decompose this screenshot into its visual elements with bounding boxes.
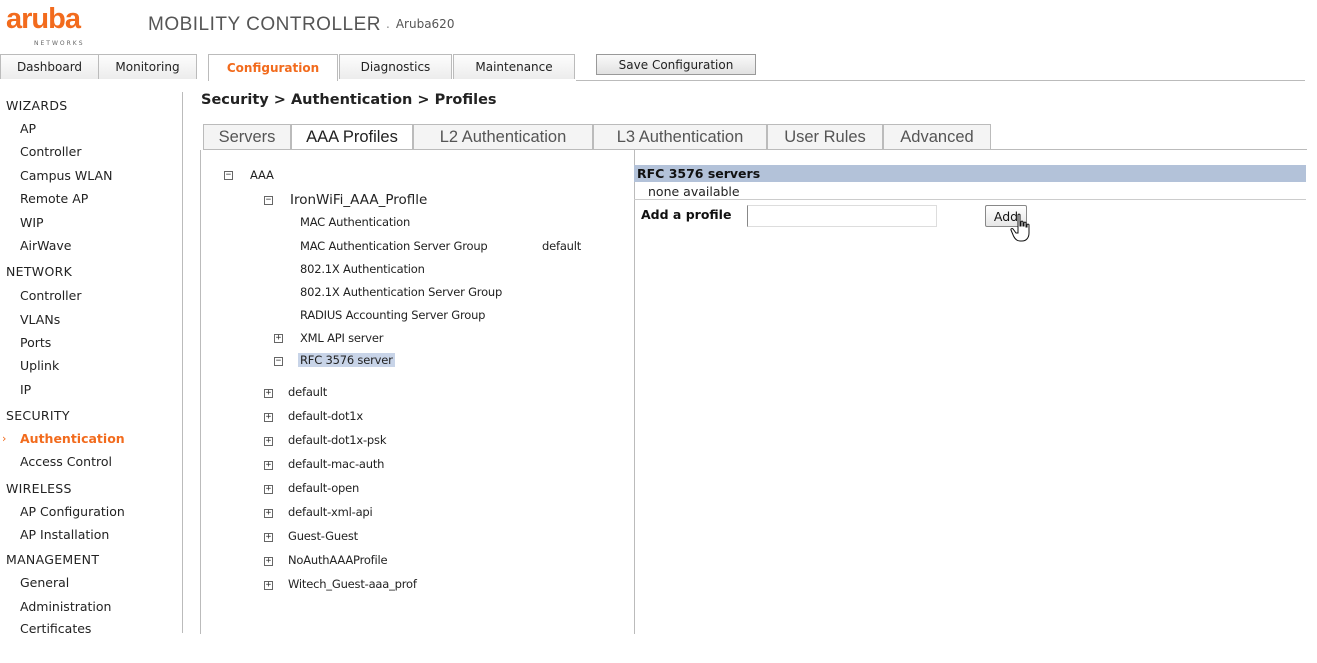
tree-node-mac-auth-server-group[interactable]: MAC Authentication Server Group (300, 239, 488, 253)
device-name-wrap: . Aruba620 (386, 17, 454, 31)
logo-subtext: NETWORKS (34, 40, 85, 47)
sidebar-item-access-control[interactable]: Access Control (20, 454, 112, 469)
sidebar: WIZARDS AP Controller Campus WLAN Remote… (0, 92, 183, 633)
tree-node-rfc-3576-server[interactable]: RFC 3576 server (298, 353, 395, 367)
tree-node-profile[interactable]: default-xml-api (288, 505, 373, 519)
save-configuration-button[interactable]: Save Configuration (596, 54, 756, 75)
tab-user-rules[interactable]: User Rules (767, 124, 883, 149)
tab-diagnostics[interactable]: Diagnostics (339, 54, 452, 79)
detail-divider (634, 199, 1306, 200)
sidebar-item-wizard-ap[interactable]: AP (20, 121, 36, 136)
tree-root-aaa[interactable]: AAA (250, 168, 274, 182)
hand-pointer-cursor-icon (1010, 213, 1030, 242)
tree-node-radius-accounting-server-group[interactable]: RADIUS Accounting Server Group (300, 308, 485, 322)
tree-node-profile[interactable]: Witech_Guest-aaa_prof (288, 577, 417, 591)
expand-toggle-icon[interactable]: + (264, 413, 273, 422)
sidebar-item-campus-wlan[interactable]: Campus WLAN (20, 168, 112, 183)
app-title: MOBILITY CONTROLLER (148, 14, 381, 35)
sidebar-section-security: SECURITY (6, 408, 70, 423)
tree-node-profile[interactable]: default-open (288, 481, 359, 495)
expand-toggle-icon[interactable]: + (274, 334, 283, 343)
sidebar-item-wizard-controller[interactable]: Controller (20, 144, 82, 159)
sidebar-item-ports[interactable]: Ports (20, 335, 51, 350)
sidebar-section-management: MANAGEMENT (6, 552, 100, 567)
add-profile-input[interactable] (747, 205, 937, 227)
tab-dashboard[interactable]: Dashboard (0, 54, 99, 79)
sidebar-section-network: NETWORK (6, 264, 73, 279)
expand-toggle-icon[interactable]: + (264, 509, 273, 518)
expand-toggle-icon[interactable]: + (264, 437, 273, 446)
expand-toggle-icon[interactable]: + (264, 533, 273, 542)
sidebar-item-remote-ap[interactable]: Remote AP (20, 191, 88, 206)
tree-node-profile[interactable]: Guest-Guest (288, 529, 358, 543)
sidebar-item-ip[interactable]: IP (20, 382, 31, 397)
sidebar-item-certificates[interactable]: Certificates (20, 621, 91, 633)
collapse-toggle-icon[interactable]: − (224, 171, 233, 180)
tab-advanced[interactable]: Advanced (883, 124, 991, 149)
aaa-profile-tree: − AAA − IronWiFi_AAA_Proflle MAC Authent… (200, 150, 635, 634)
expand-toggle-icon[interactable]: + (264, 485, 273, 494)
tree-node-xml-api-server[interactable]: XML API server (300, 331, 384, 345)
sidebar-item-authentication[interactable]: Authentication (20, 431, 125, 446)
expand-toggle-icon[interactable]: + (264, 389, 273, 398)
tree-node-8021x-authentication[interactable]: 802.1X Authentication (300, 262, 425, 276)
sidebar-item-ap-installation[interactable]: AP Installation (20, 527, 109, 542)
rfc-servers-header: RFC 3576 servers (634, 165, 1306, 182)
sidebar-item-general[interactable]: General (20, 575, 69, 590)
tree-node-profile[interactable]: default-dot1x (288, 409, 363, 423)
tree-node-profile[interactable]: NoAuthAAAProfile (288, 553, 388, 567)
expand-toggle-icon[interactable]: + (264, 557, 273, 566)
sidebar-section-wireless: WIRELESS (6, 481, 72, 496)
sidebar-item-airwave[interactable]: AirWave (20, 238, 71, 253)
tree-node-8021x-auth-server-group[interactable]: 802.1X Authentication Server Group (300, 285, 502, 299)
tab-monitoring[interactable]: Monitoring (98, 54, 197, 79)
expand-toggle-icon[interactable]: + (264, 581, 273, 590)
tree-node-profile[interactable]: default-dot1x-psk (288, 433, 386, 447)
tree-node-profile[interactable]: default-mac-auth (288, 457, 384, 471)
collapse-toggle-icon[interactable]: − (264, 196, 273, 205)
chevron-right-icon: › (2, 432, 7, 445)
sidebar-item-network-controller[interactable]: Controller (20, 288, 82, 303)
sidebar-item-wip[interactable]: WIP (20, 215, 44, 230)
tab-maintenance[interactable]: Maintenance (453, 54, 575, 79)
logo-text: aruba (6, 3, 81, 35)
tab-aaa-profiles[interactable]: AAA Profiles (291, 124, 413, 149)
device-name: Aruba620 (395, 17, 455, 31)
tabs-baseline (576, 80, 1305, 81)
collapse-toggle-icon[interactable]: − (274, 357, 283, 366)
separator-dot: . (386, 17, 390, 31)
aruba-logo: aruba NETWORKS (6, 3, 124, 48)
sidebar-item-vlans[interactable]: VLANs (20, 312, 60, 327)
tree-node-mac-authentication[interactable]: MAC Authentication (300, 215, 410, 229)
tab-servers[interactable]: Servers (203, 124, 291, 149)
rfc-none-available: none available (648, 184, 740, 199)
tree-node-ironwifi-profile[interactable]: IronWiFi_AAA_Proflle (290, 192, 427, 208)
sidebar-item-uplink[interactable]: Uplink (20, 358, 59, 373)
tab-l3-authentication[interactable]: L3 Authentication (593, 124, 767, 149)
sidebar-section-wizards: WIZARDS (6, 98, 68, 113)
breadcrumb: Security > Authentication > Profiles (201, 92, 497, 108)
tab-configuration[interactable]: Configuration (208, 54, 338, 81)
expand-toggle-icon[interactable]: + (264, 461, 273, 470)
sidebar-item-ap-configuration[interactable]: AP Configuration (20, 504, 125, 519)
tree-node-profile[interactable]: default (288, 385, 327, 399)
add-profile-label: Add a profile (641, 207, 732, 222)
tab-l2-authentication[interactable]: L2 Authentication (413, 124, 593, 149)
tree-node-mac-auth-server-group-value: default (542, 239, 582, 253)
sidebar-item-administration[interactable]: Administration (20, 599, 111, 614)
